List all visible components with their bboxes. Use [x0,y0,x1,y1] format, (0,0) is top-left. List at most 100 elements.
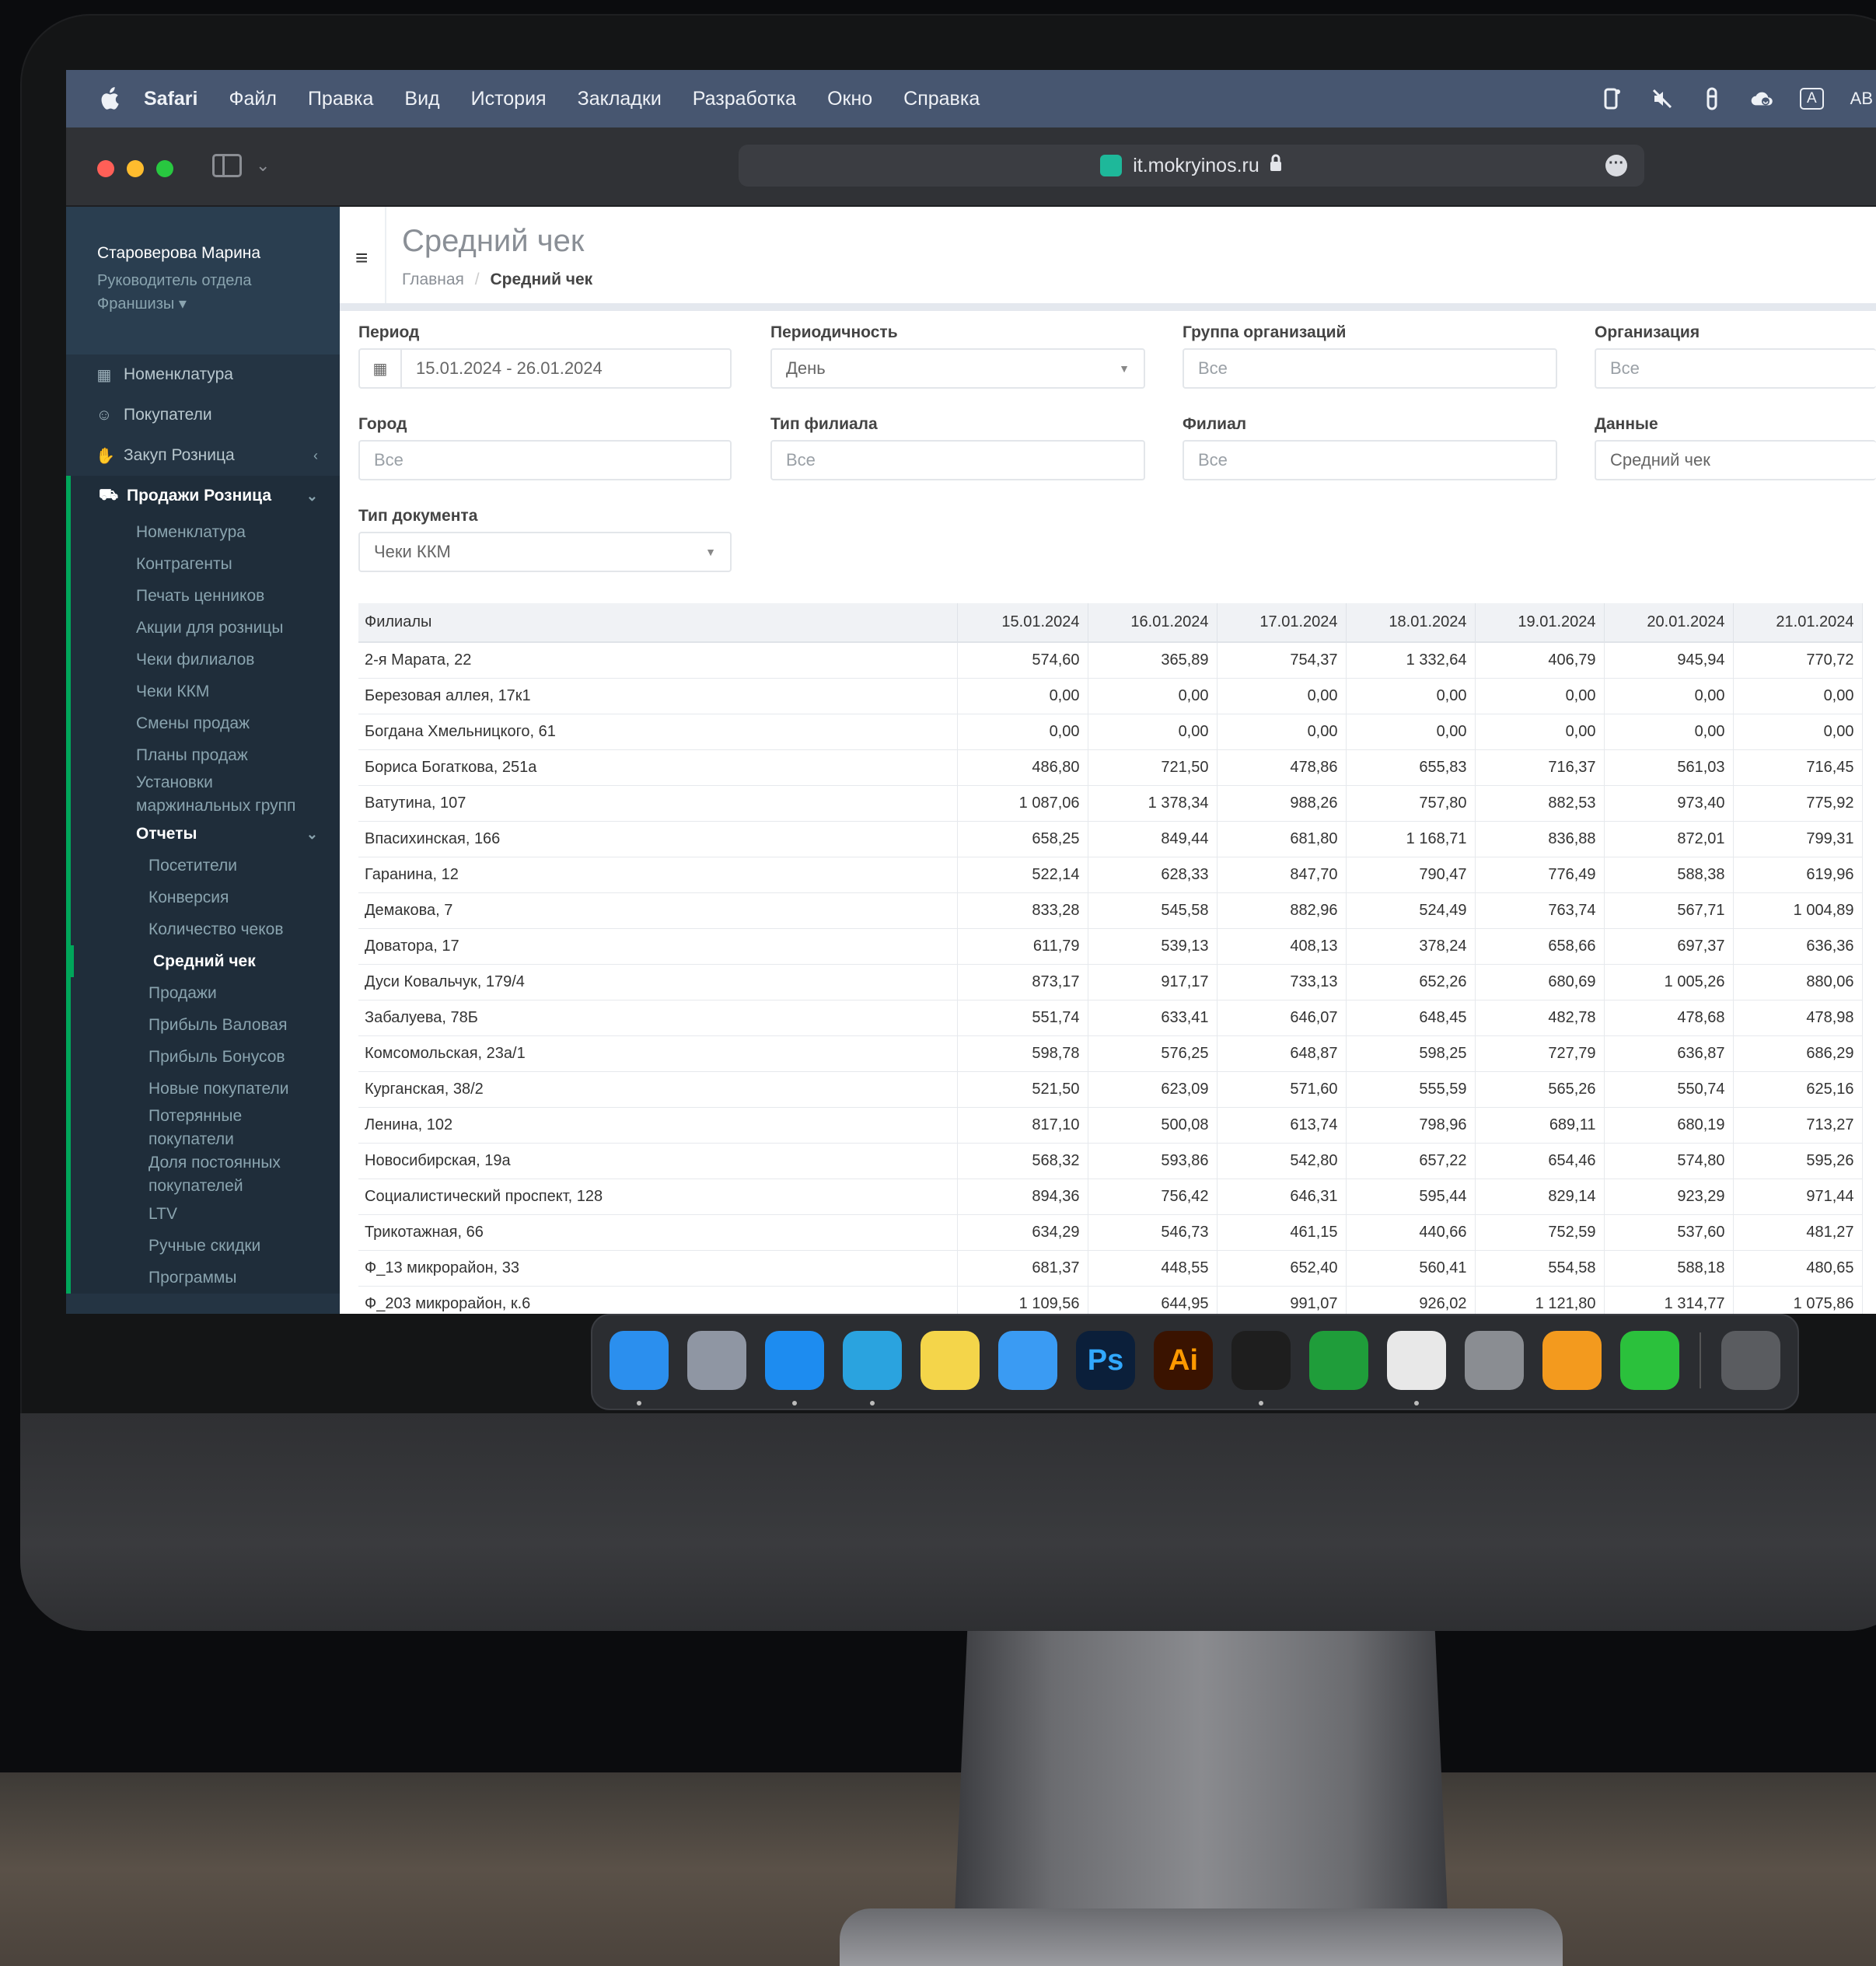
illustrator-icon[interactable]: Ai [1154,1331,1213,1390]
report-item-manual-discounts[interactable]: Ручные скидки [71,1230,340,1262]
menu-app-safari[interactable]: Safari [144,88,197,110]
submenu-item-margin-groups[interactable]: Установки маржинальных групп [71,771,340,818]
average-check-cell: 1 004,89 [1733,892,1863,929]
calculator-icon[interactable] [1465,1331,1524,1390]
menu-help[interactable]: Справка [903,88,980,110]
cloud-sync-icon[interactable] [1750,87,1773,110]
submenu-item-reports[interactable]: Отчеты ⌄ [71,818,340,850]
telegram-icon[interactable] [843,1331,902,1390]
average-check-cell: 833,28 [957,892,1088,929]
submenu-item-kkm-receipts[interactable]: Чеки ККМ [71,676,340,707]
user-role: Руководитель отдела [97,272,252,289]
pages-icon[interactable] [1542,1331,1602,1390]
menu-file[interactable]: Файл [229,88,276,110]
average-check-cell: 0,00 [1475,714,1605,750]
column-header-date[interactable]: 21.01.2024 [1733,603,1863,643]
branch-name-cell: Доватора, 17 [358,928,958,965]
average-check-cell: 798,96 [1346,1107,1476,1144]
breadcrumb-current: Средний чек [490,271,593,288]
column-header-date[interactable]: 20.01.2024 [1604,603,1734,643]
sidebar-item-nomenclature[interactable]: ▦ Номенклатура [66,354,340,395]
menu-edit[interactable]: Правка [308,88,373,110]
average-check-cell: 882,96 [1217,892,1347,929]
org-select[interactable]: Все [1595,348,1876,389]
average-check-cell: 880,06 [1733,964,1863,1000]
column-header-branch[interactable]: Филиалы [358,603,958,643]
finder-icon[interactable] [610,1331,669,1390]
breadcrumb-home-link[interactable]: Главная [402,271,464,288]
report-item-programs[interactable]: Программы [71,1262,340,1294]
photoshop-icon[interactable]: Ps [1076,1331,1135,1390]
menu-bookmarks[interactable]: Закладки [578,88,662,110]
periodicity-select[interactable]: День ▼ [770,348,1145,389]
submenu-item-branch-receipts[interactable]: Чеки филиалов [71,644,340,676]
sidebar-item-customers[interactable]: ☺ Покупатели [66,395,340,435]
column-header-date[interactable]: 15.01.2024 [957,603,1088,643]
report-item-bonus-profit[interactable]: Прибыль Бонусов [71,1041,340,1073]
report-item-conversion[interactable]: Конверсия [71,882,340,913]
sidebar-item-purchase-retail[interactable]: ✋ Закуп Розница ‹ [66,435,340,476]
input-source-indicator[interactable]: A [1799,88,1824,110]
launchpad-icon[interactable] [687,1331,746,1390]
notes-icon[interactable] [921,1331,980,1390]
trash-icon[interactable] [1721,1331,1780,1390]
report-item-average-check[interactable]: Средний чек [66,945,340,977]
average-check-cell: 574,60 [957,642,1088,679]
report-item-sales[interactable]: Продажи [71,977,340,1009]
submenu-item-counterparties[interactable]: Контрагенты [71,548,340,580]
submenu-item-sales-shifts[interactable]: Смены продаж [71,707,340,739]
submenu-item-price-tags[interactable]: Печать ценников [71,580,340,612]
safari-icon[interactable] [765,1331,824,1390]
sidebar-item-sales-retail[interactable]: ⛟ Продажи Розница ⌄ [66,476,340,516]
column-header-date[interactable]: 17.01.2024 [1217,603,1347,643]
chevron-down-icon[interactable]: ⌄ [256,155,270,176]
mute-icon[interactable] [1651,87,1674,110]
branch-select[interactable]: Все [1183,440,1557,480]
data-select[interactable]: Средний чек [1595,440,1876,480]
report-item-ltv[interactable]: LTV [71,1198,340,1230]
submenu-item-retail-promos[interactable]: Акции для розницы [71,612,340,644]
report-item-receipt-count[interactable]: Количество чеков [71,913,340,945]
minimize-window-button[interactable] [127,160,144,177]
menu-view[interactable]: Вид [404,88,439,110]
submenu-item-sales-plans[interactable]: Планы продаж [71,739,340,771]
numbers-icon[interactable] [1620,1331,1679,1390]
report-item-lost-customers[interactable]: Потерянные покупатели [71,1105,340,1151]
report-item-new-customers[interactable]: Новые покупатели [71,1073,340,1105]
column-header-date[interactable]: 16.01.2024 [1088,603,1217,643]
chrome-icon[interactable] [1387,1331,1446,1390]
mail-icon[interactable] [998,1331,1057,1390]
period-date-range-input[interactable]: ▦ 15.01.2024 - 26.01.2024 [358,348,732,389]
report-item-regular-share[interactable]: Доля постоянных покупателей [71,1151,340,1198]
scrivener-icon[interactable] [1309,1331,1368,1390]
menu-history[interactable]: История [471,88,547,110]
address-bar[interactable]: it.mokryinos.ru ··· [739,145,1644,187]
column-header-date[interactable]: 18.01.2024 [1346,603,1476,643]
zoom-window-button[interactable] [156,160,173,177]
figma-icon[interactable] [1231,1331,1291,1390]
figma-status-icon[interactable] [1601,87,1624,110]
bluetooth-hand-icon[interactable] [1700,87,1724,110]
report-item-visitors[interactable]: Посетители [71,850,340,882]
close-window-button[interactable] [97,160,114,177]
table-row: Ватутина, 107 1 087,06 1 378,34 988,26 757,8… [358,785,1863,822]
report-item-gross-profit[interactable]: Прибыль Валовая [71,1009,340,1041]
sidebar-toggle-icon[interactable] [212,154,242,177]
more-options-icon[interactable]: ··· [1605,155,1627,176]
menu-develop[interactable]: Разработка [693,88,796,110]
menu-window[interactable]: Окно [827,88,872,110]
column-header-date[interactable]: 19.01.2024 [1475,603,1605,643]
city-select[interactable]: Все [358,440,732,480]
periodicity-label: Периодичность [770,323,898,341]
submenu-item-nomenclature[interactable]: Номенклатура [71,516,340,548]
hamburger-menu-icon[interactable]: ≡ [355,246,368,271]
org-group-select[interactable]: Все [1183,348,1557,389]
branch-type-select[interactable]: Все [770,440,1145,480]
average-check-cell: 555,59 [1346,1071,1476,1108]
table-row: Комсомольская, 23а/1 598,78 576,25 648,87 59… [358,1035,1863,1072]
user-dept-dropdown[interactable]: Франшизы ▾ [97,292,260,316]
apple-logo-icon[interactable] [96,86,122,112]
doc-type-select[interactable]: Чеки ККМ ▼ [358,532,732,572]
average-check-cell: 652,40 [1217,1250,1347,1287]
average-check-cell: 1 332,64 [1346,642,1476,679]
